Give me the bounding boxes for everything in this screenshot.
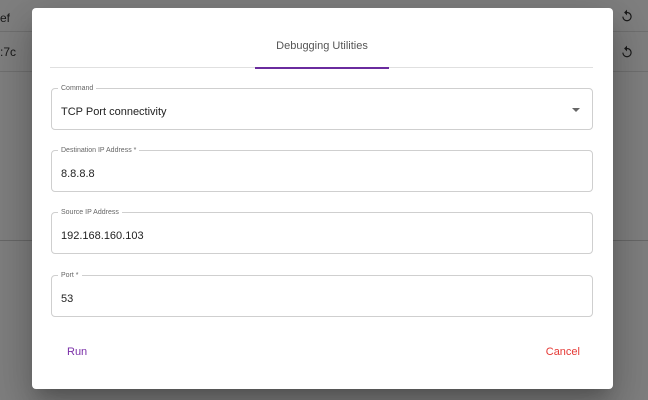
source-ip-field[interactable]: Source IP Address 192.168.160.103	[51, 208, 593, 254]
debugging-utilities-dialog: Debugging Utilities Command TCP Port con…	[32, 8, 613, 389]
tab-label: Debugging Utilities	[276, 40, 368, 52]
port-field[interactable]: Port * 53	[51, 271, 593, 317]
cancel-button[interactable]: Cancel	[540, 340, 586, 364]
port-value: 53	[61, 293, 74, 305]
command-value: TCP Port connectivity	[61, 106, 167, 118]
destination-ip-label: Destination IP Address *	[58, 146, 140, 155]
command-select[interactable]: Command TCP Port connectivity	[51, 84, 593, 130]
destination-ip-value: 8.8.8.8	[61, 168, 95, 180]
dropdown-arrow-icon[interactable]	[572, 108, 580, 112]
tab-bar: Debugging Utilities	[50, 32, 593, 69]
destination-ip-field[interactable]: Destination IP Address * 8.8.8.8	[51, 146, 593, 192]
run-button[interactable]: Run	[61, 340, 93, 364]
command-label: Command	[58, 84, 97, 93]
source-ip-label: Source IP Address	[58, 208, 122, 217]
active-tab-indicator	[255, 67, 389, 69]
source-ip-value: 192.168.160.103	[61, 230, 144, 242]
tab-debugging-utilities[interactable]: Debugging Utilities	[255, 32, 389, 69]
port-label: Port *	[58, 271, 82, 280]
